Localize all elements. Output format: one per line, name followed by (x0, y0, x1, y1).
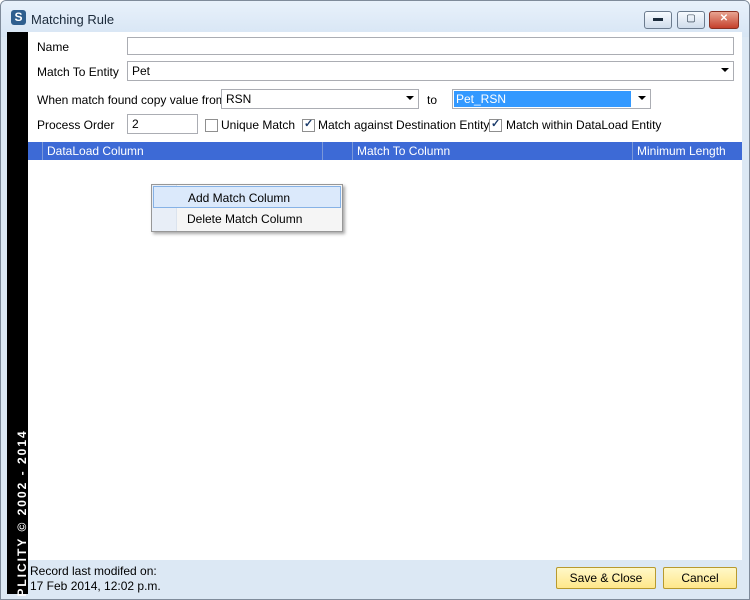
copy-label: When match found copy value from (37, 93, 226, 107)
form-content: Name Match To Entity Pet When match foun… (28, 32, 742, 560)
grid-header-minimum-length[interactable]: Minimum Length (633, 142, 742, 160)
grid-context-menu: Add Match Column Delete Match Column (151, 184, 343, 232)
chevron-down-icon (638, 96, 646, 100)
menu-item-label: Add Match Column (188, 191, 291, 205)
save-close-button[interactable]: Save & Close (556, 567, 656, 589)
copy-from-select[interactable]: RSN (221, 89, 419, 109)
unique-match-checkbox[interactable] (205, 119, 218, 132)
match-columns-grid-header: DataLoad Column Match To Column Minimum … (28, 142, 742, 160)
row-selector-header (28, 142, 43, 160)
name-field[interactable] (127, 37, 734, 55)
footer-bar: Record last modifed on: 17 Feb 2014, 12:… (28, 560, 742, 596)
grid-header-separator[interactable] (323, 142, 353, 160)
process-order-label: Process Order (37, 118, 115, 132)
matching-rule-window: S Matching Rule ▬ ▢ ✕ SIMPLICITY © 2002 … (0, 0, 750, 600)
copy-to-value: Pet_RSN (454, 91, 631, 107)
entity-label: Match To Entity (37, 65, 119, 79)
cancel-button[interactable]: Cancel (663, 567, 737, 589)
app-icon: S (11, 10, 26, 25)
match-destination-checkbox[interactable] (302, 117, 315, 132)
menu-item-label: Delete Match Column (187, 212, 303, 226)
brand-sidebar: SIMPLICITY © 2002 - 2014 (7, 32, 29, 599)
entity-select[interactable]: Pet (127, 61, 734, 81)
entity-select-value: Pet (132, 64, 151, 78)
grid-header-match-to-column[interactable]: Match To Column (353, 142, 633, 160)
process-order-field[interactable]: 2 (127, 114, 198, 134)
to-label: to (427, 93, 438, 107)
copy-from-value: RSN (226, 92, 252, 106)
chevron-down-icon (406, 96, 414, 100)
match-within-label: Match within DataLoad Entity (506, 118, 662, 132)
brand-text: SIMPLICITY © 2002 - 2014 (15, 429, 29, 600)
copy-to-select[interactable]: Pet_RSN (452, 89, 651, 109)
minimize-button[interactable]: ▬ (644, 11, 672, 29)
modified-value: 17 Feb 2014, 12:02 p.m. (30, 579, 161, 593)
match-within-checkbox[interactable] (489, 117, 502, 132)
window-title: Matching Rule (31, 12, 115, 27)
chevron-down-icon (721, 68, 729, 72)
name-label: Name (37, 40, 70, 54)
modified-label: Record last modifed on: (30, 564, 157, 578)
close-button[interactable]: ✕ (709, 11, 739, 29)
match-destination-label: Match against Destination Entity (318, 118, 490, 132)
grid-header-dataload-column[interactable]: DataLoad Column (43, 142, 323, 160)
unique-match-label: Unique Match (221, 118, 296, 132)
menu-item-delete-match-column[interactable]: Delete Match Column (152, 208, 342, 230)
menu-item-add-match-column[interactable]: Add Match Column (153, 186, 341, 208)
maximize-button[interactable]: ▢ (677, 11, 705, 29)
